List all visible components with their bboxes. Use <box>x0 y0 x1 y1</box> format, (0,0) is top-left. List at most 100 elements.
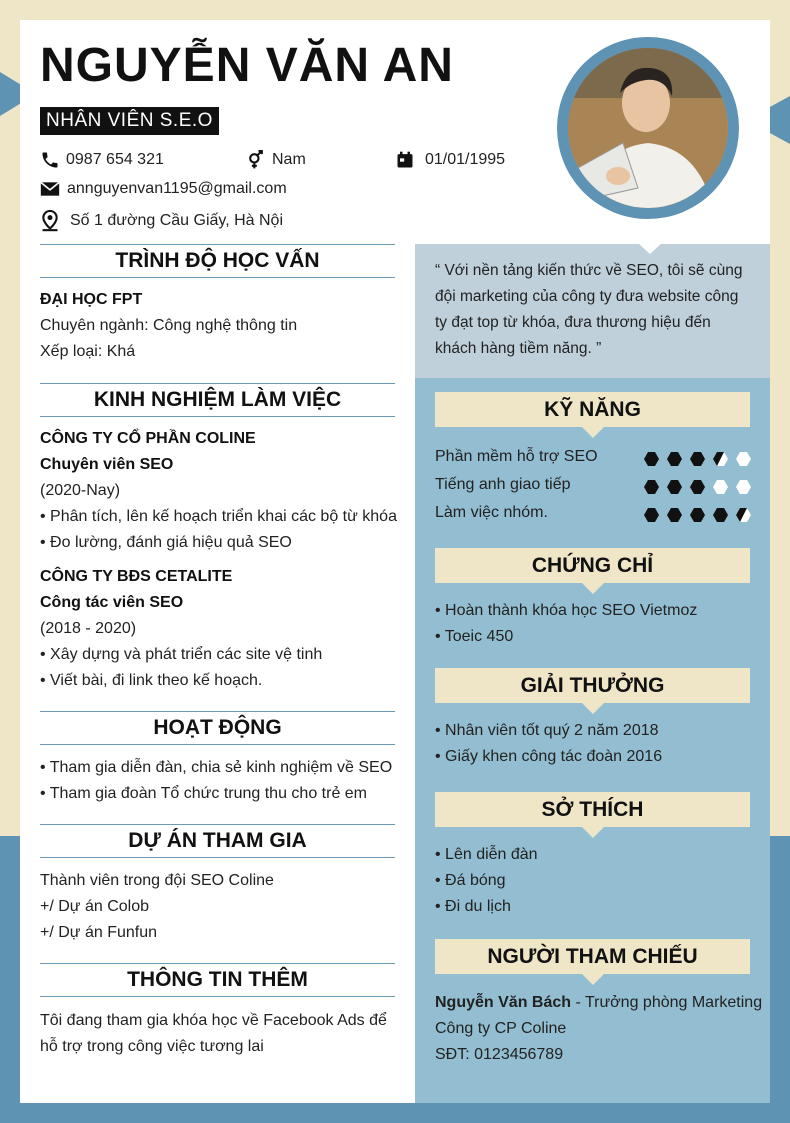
company-name: CÔNG TY BĐS CETALITE <box>40 568 233 585</box>
hobbies-heading-text: SỞ THÍCH <box>541 798 644 821</box>
phone-icon <box>42 152 58 168</box>
dob-text: 01/01/1995 <box>425 151 506 168</box>
reference-heading: NGƯỜI THAM CHIẾU <box>435 939 750 985</box>
gender-icon <box>249 150 263 169</box>
gender-row: Nam <box>246 150 306 170</box>
skill-label: Tiếng anh giao tiếp <box>435 476 571 493</box>
more-info-line: Tôi đang tham gia khóa học về Facebook A… <box>40 1012 387 1029</box>
awards-body: • Nhân viên tốt quý 2 năm 2018 • Giấy kh… <box>435 718 662 770</box>
rating-hexagon-icon <box>690 508 705 522</box>
experience-heading: KINH NGHIỆM LÀM VIỆC <box>40 383 395 417</box>
hobby-item: • Đi du lịch <box>435 898 511 915</box>
hobby-item: • Lên diễn đàn <box>435 846 538 863</box>
reference-phone: SĐT: 0123456789 <box>435 1046 564 1063</box>
rating-hexagon-icon <box>713 480 728 494</box>
award-item: • Nhân viên tốt quý 2 năm 2018 <box>435 722 659 739</box>
skill-rating <box>644 508 751 522</box>
job-role: Chuyên viên SEO <box>40 456 174 473</box>
rating-hexagon-icon <box>690 480 705 494</box>
job-task: • Viết bài, đi link theo kế hoạch. <box>40 672 263 689</box>
rating-hexagon-icon <box>644 452 659 466</box>
reference-line: Nguyễn Văn Bách - Trưởng phòng Marketing <box>435 990 762 1016</box>
education-body: ĐẠI HỌC FPT Chuyên ngành: Công nghệ thôn… <box>40 287 297 365</box>
rating-hexagon-icon <box>644 508 659 522</box>
avatar <box>568 48 728 208</box>
certificate-item: • Toeic 450 <box>435 628 514 645</box>
heading-notch <box>582 974 604 985</box>
heading-notch <box>582 583 604 594</box>
skill-row: Làm việc nhóm. <box>435 504 751 526</box>
calendar-icon <box>397 151 413 168</box>
activities-heading: HOẠT ĐỘNG <box>40 711 395 745</box>
candidate-name: NGUYỄN VĂN AN <box>40 39 454 92</box>
school-name: ĐẠI HỌC FPT <box>40 291 143 308</box>
job-role: Công tác viên SEO <box>40 594 184 611</box>
rating-hexagon-icon <box>736 508 751 522</box>
quote-line: đội marketing của công ty đưa website cô… <box>435 288 739 305</box>
certificates-heading: CHỨNG CHỈ <box>435 548 750 594</box>
skill-rating <box>644 480 751 494</box>
job-period: (2020-Nay) <box>40 482 121 499</box>
rating-hexagon-icon <box>667 508 682 522</box>
job-task: • Xây dựng và phát triển các site vệ tin… <box>40 646 323 663</box>
reference-body: Nguyễn Văn Bách - Trưởng phòng Marketing… <box>435 990 762 1068</box>
career-objective-quote: “ Với nền tảng kiến thức về SEO, tôi sẽ … <box>435 258 755 362</box>
skill-label: Phần mềm hỗ trợ SEO <box>435 448 598 465</box>
rating-hexagon-icon <box>713 452 728 466</box>
awards-heading: GIẢI THƯỞNG <box>435 668 750 714</box>
projects-heading: DỰ ÁN THAM GIA <box>40 824 395 858</box>
rating-hexagon-icon <box>736 452 751 466</box>
rating-hexagon-icon <box>690 452 705 466</box>
award-item: • Giấy khen công tác đoàn 2016 <box>435 748 663 765</box>
job-period: (2018 - 2020) <box>40 620 137 637</box>
quote-line: “ Với nền tảng kiến thức về SEO, tôi sẽ … <box>435 262 743 279</box>
avatar-illustration <box>568 48 728 208</box>
hobbies-heading: SỞ THÍCH <box>435 792 750 838</box>
certificates-heading-text: CHỨNG CHỈ <box>531 554 654 577</box>
email-icon <box>40 181 60 196</box>
job-title-badge: NHÂN VIÊN S.E.O <box>40 107 219 135</box>
activity-item: • Tham gia đoàn Tổ chức trung thu cho tr… <box>40 785 368 802</box>
project-item: Thành viên trong đội SEO Coline <box>40 872 274 889</box>
reference-person: Nguyễn Văn Bách <box>435 994 572 1011</box>
projects-body: Thành viên trong đội SEO Coline +/ Dự án… <box>40 868 274 946</box>
activity-item: • Tham gia diễn đàn, chia sẻ kinh nghiệm… <box>40 759 393 776</box>
rating-hexagon-icon <box>667 452 682 466</box>
rating-hexagon-icon <box>713 508 728 522</box>
education-major: Chuyên ngành: Công nghệ thông tin <box>40 317 298 334</box>
reference-company: Công ty CP Coline <box>435 1020 567 1037</box>
project-item: +/ Dự án Colob <box>40 898 149 915</box>
hobby-item: • Đá bóng <box>435 872 506 889</box>
address-row: Số 1 đường Cầu Giấy, Hà Nội <box>40 210 283 232</box>
skill-row: Phần mềm hỗ trợ SEO <box>435 448 751 470</box>
address-text: Số 1 đường Cầu Giấy, Hà Nội <box>70 212 284 229</box>
rating-hexagon-icon <box>667 480 682 494</box>
certificate-item: • Hoàn thành khóa học SEO Vietmoz <box>435 602 698 619</box>
awards-heading-text: GIẢI THƯỞNG <box>520 674 665 697</box>
hobbies-body: • Lên diễn đàn • Đá bóng • Đi du lịch <box>435 842 538 920</box>
skills-heading-text: KỸ NĂNG <box>544 398 641 421</box>
rating-hexagon-icon <box>736 480 751 494</box>
phone-row: 0987 654 321 <box>40 150 164 170</box>
reference-heading-text: NGƯỜI THAM CHIẾU <box>487 945 698 968</box>
reference-position: - Trưởng phòng Marketing <box>571 994 763 1011</box>
heading-notch <box>582 703 604 714</box>
more-info-line: hỗ trợ trong công việc tương lai <box>40 1038 264 1055</box>
rating-hexagon-icon <box>644 480 659 494</box>
skill-row: Tiếng anh giao tiếp <box>435 476 751 498</box>
dob-row: 01/01/1995 <box>395 150 505 170</box>
quote-line: khách hàng tiềm năng. ” <box>435 340 602 357</box>
skills-heading: KỸ NĂNG <box>435 392 750 438</box>
project-item: +/ Dự án Funfun <box>40 924 157 941</box>
email-text[interactable]: annguyenvan1195@gmail.com <box>67 180 287 198</box>
certificates-body: • Hoàn thành khóa học SEO Vietmoz • Toei… <box>435 598 697 650</box>
company-name: CÔNG TY CỔ PHẦN COLINE <box>40 430 256 447</box>
job-task: • Phân tích, lên kế hoạch triển khai các… <box>40 508 397 525</box>
location-pin-icon <box>42 210 58 232</box>
activities-body: • Tham gia diễn đàn, chia sẻ kinh nghiệm… <box>40 755 392 807</box>
quote-line: ty đạt top từ khóa, đưa thương hiệu đến <box>435 314 711 331</box>
more-info-body: Tôi đang tham gia khóa học về Facebook A… <box>40 1008 387 1060</box>
job-task: • Đo lường, đánh giá hiệu quả SEO <box>40 534 292 551</box>
phone-text: 0987 654 321 <box>66 151 164 168</box>
heading-notch <box>582 427 604 438</box>
